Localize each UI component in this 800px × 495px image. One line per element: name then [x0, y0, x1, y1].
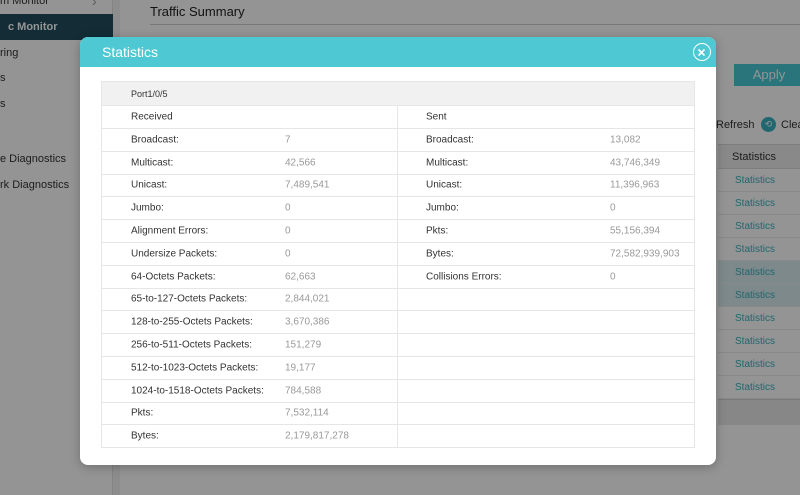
port-label: Port1/0/5: [101, 81, 695, 106]
sent-stat-label: Collisions Errors:: [426, 271, 502, 283]
dialog-header: Statistics: [80, 37, 716, 67]
sent-header: Sent: [426, 111, 447, 123]
sent-stat-value: 43,746,349: [610, 157, 661, 169]
table-row: 65-to-127-Octets Packets: 2,844,021: [101, 287, 695, 312]
sent-stat-label: Pkts:: [426, 225, 449, 237]
table-row: Unicast: 7,489,541 Unicast: 11,396,963: [101, 173, 695, 198]
received-stat-value: 784,588: [285, 385, 322, 397]
received-stat-value: 3,670,386: [285, 316, 330, 328]
table-row: 1024-to-1518-Octets Packets: 784,588: [101, 378, 695, 403]
sent-stat-label: Unicast:: [426, 179, 463, 191]
received-stat-label: 512-to-1023-Octets Packets:: [131, 362, 259, 374]
received-stat-value: 0: [285, 225, 291, 237]
received-stat-label: Broadcast:: [131, 134, 179, 146]
table-row: Alignment Errors: 0 Pkts: 55,156,394: [101, 219, 695, 243]
received-stat-value: 7: [285, 134, 291, 146]
table-row: Multicast: 42,566 Multicast: 43,746,349: [101, 150, 695, 175]
received-stat-value: 19,177: [285, 362, 316, 374]
received-stat-value: 7,532,114: [285, 407, 329, 419]
sent-stat-value: 13,082: [610, 134, 641, 146]
port-row: Port1/0/5: [101, 81, 695, 106]
sent-stat-label: Broadcast:: [426, 134, 474, 146]
table-row: 512-to-1023-Octets Packets: 19,177: [101, 355, 695, 380]
statistics-table: Port1/0/5 Received Sent Broadcast: 7 Broad…: [101, 81, 695, 449]
received-stat-value: 0: [285, 248, 291, 260]
table-row: Jumbo: 0 Jumbo: 0: [101, 196, 695, 221]
table-row: Pkts: 7,532,114: [101, 401, 695, 426]
dialog-title: Statistics: [102, 44, 159, 60]
received-stat-value: 7,489,541: [285, 179, 330, 191]
received-stat-label: 64-Octets Packets:: [131, 271, 216, 283]
statistics-dialog: Statistics Port1/0/5 Received Sent Broad…: [80, 37, 716, 465]
sent-stat-value: 0: [610, 202, 616, 214]
table-row: Undersize Packets: 0 Bytes: 72,582,939,903: [101, 241, 695, 266]
sent-stat-value: 72,582,939,903: [610, 248, 680, 260]
table-row: Bytes: 2,179,817,278: [101, 424, 695, 449]
sent-stat-value: 0: [610, 271, 616, 283]
table-row: 256-to-511-Octets Packets: 151,279: [101, 333, 695, 357]
received-stat-label: Unicast:: [131, 179, 168, 191]
received-stat-value: 42,566: [285, 157, 316, 169]
sent-stat-label: Jumbo:: [426, 202, 459, 214]
table-row: 128-to-255-Octets Packets: 3,670,386: [101, 310, 695, 335]
received-stat-label: 256-to-511-Octets Packets:: [131, 339, 252, 351]
close-icon: [697, 48, 706, 56]
close-button[interactable]: [693, 43, 711, 61]
received-stat-label: Undersize Packets:: [131, 248, 218, 260]
received-stat-label: Bytes:: [131, 430, 159, 442]
sent-stat-value: 11,396,963: [610, 179, 660, 191]
table-row: Broadcast: 7 Broadcast: 13,082: [101, 128, 695, 152]
received-stat-label: Alignment Errors:: [131, 225, 209, 237]
received-stat-label: 65-to-127-Octets Packets:: [131, 293, 248, 305]
received-stat-value: 62,663: [285, 271, 316, 283]
received-stat-label: Pkts:: [131, 407, 154, 419]
received-stat-label: 128-to-255-Octets Packets:: [131, 316, 253, 328]
received-stat-label: Multicast:: [131, 157, 174, 169]
received-stat-value: 0: [285, 202, 291, 214]
sent-stat-value: 55,156,394: [610, 225, 661, 237]
received-stat-label: Jumbo:: [131, 202, 164, 214]
sent-stat-label: Multicast:: [426, 157, 469, 169]
received-header: Received: [131, 111, 173, 123]
table-row: 64-Octets Packets: 62,663 Collisions Error…: [101, 264, 695, 289]
sent-stat-label: Bytes:: [426, 248, 454, 260]
received-stat-value: 151,279: [285, 339, 322, 351]
received-stat-value: 2,179,817,278: [285, 430, 349, 442]
section-header-row: Received Sent: [101, 105, 695, 129]
received-stat-label: 1024-to-1518-Octets Packets:: [131, 385, 264, 397]
received-stat-value: 2,844,021: [285, 293, 330, 305]
